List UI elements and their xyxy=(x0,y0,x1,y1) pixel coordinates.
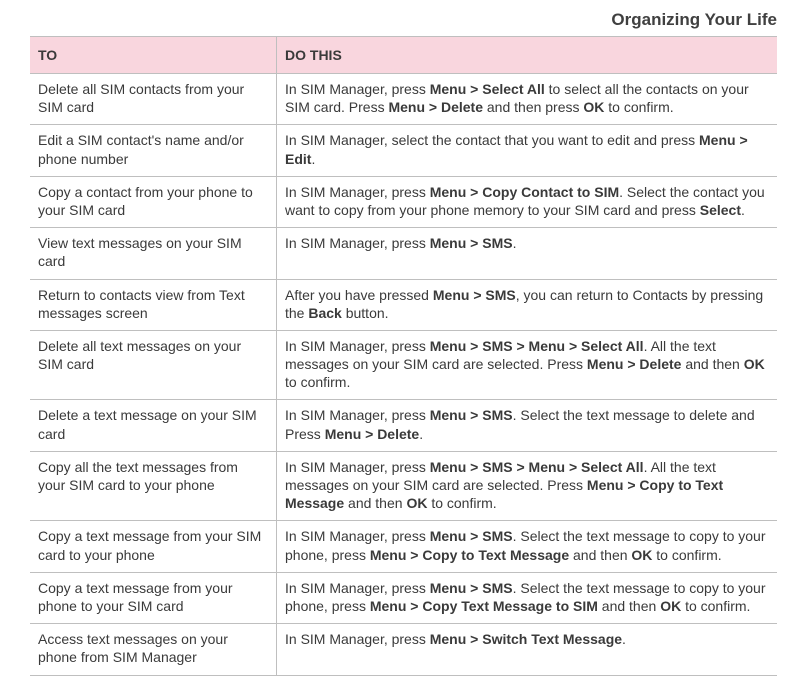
bold-text: OK xyxy=(406,495,427,511)
cell-do: In SIM Manager, press Menu > SMS. Select… xyxy=(277,521,778,572)
bold-text: OK xyxy=(631,547,652,563)
bold-text: Menu > Copy to Text Message xyxy=(370,547,569,563)
cell-to: Return to contacts view from Text messag… xyxy=(30,279,277,330)
table-row: Copy all the text messages from your SIM… xyxy=(30,451,777,521)
text: In SIM Manager, press xyxy=(285,631,430,647)
table-row: Return to contacts view from Text messag… xyxy=(30,279,777,330)
bold-text: Menu > Select All xyxy=(430,81,545,97)
table-row: View text messages on your SIM cardIn SI… xyxy=(30,228,777,279)
table-row: Copy a text message from your SIM card t… xyxy=(30,521,777,572)
text: In SIM Manager, press xyxy=(285,235,430,251)
cell-do: In SIM Manager, press Menu > Switch Text… xyxy=(277,624,778,675)
column-header-to: TO xyxy=(30,37,277,74)
text: . xyxy=(419,426,423,442)
text: In SIM Manager, press xyxy=(285,528,430,544)
cell-to: Delete all text messages on your SIM car… xyxy=(30,330,277,400)
cell-do: In SIM Manager, press Menu > SMS. Select… xyxy=(277,400,778,451)
bold-text: Menu > Copy Text Message to SIM xyxy=(370,598,598,614)
bold-text: Menu > SMS xyxy=(430,528,513,544)
cell-to: Delete all SIM contacts from your SIM ca… xyxy=(30,74,277,125)
table-row: Copy a text message from your phone to y… xyxy=(30,572,777,623)
table-row: Access text messages on your phone from … xyxy=(30,624,777,675)
text: and then xyxy=(344,495,406,511)
text: and then xyxy=(569,547,631,563)
cell-to: Access text messages on your phone from … xyxy=(30,624,277,675)
text: In SIM Manager, select the contact that … xyxy=(285,132,699,148)
text: and then xyxy=(681,356,743,372)
table-row: Edit a SIM contact's name and/or phone n… xyxy=(30,125,777,176)
bold-text: Menu > Switch Text Message xyxy=(430,631,622,647)
text: to confirm. xyxy=(681,598,750,614)
text: to confirm. xyxy=(652,547,721,563)
bold-text: Back xyxy=(308,305,341,321)
bold-text: Menu > Delete xyxy=(587,356,682,372)
text: In SIM Manager, press xyxy=(285,459,430,475)
text: . xyxy=(622,631,626,647)
text: to confirm. xyxy=(427,495,496,511)
bold-text: Menu > SMS > Menu > Select All xyxy=(430,459,644,475)
table-header-row: TO DO THIS xyxy=(30,37,777,74)
text: In SIM Manager, press xyxy=(285,338,430,354)
bold-text: Menu > SMS xyxy=(430,235,513,251)
text: to confirm. xyxy=(604,99,673,115)
cell-do: In SIM Manager, press Menu > SMS > Menu … xyxy=(277,451,778,521)
bold-text: OK xyxy=(660,598,681,614)
text: to confirm. xyxy=(285,374,350,390)
text: In SIM Manager, press xyxy=(285,81,430,97)
bold-text: OK xyxy=(744,356,765,372)
bold-text: Menu > SMS xyxy=(433,287,516,303)
cell-to: Delete a text message on your SIM card xyxy=(30,400,277,451)
bold-text: Select xyxy=(700,202,741,218)
cell-do: In SIM Manager, select the contact that … xyxy=(277,125,778,176)
cell-to: Copy a contact from your phone to your S… xyxy=(30,176,277,227)
text: . xyxy=(513,235,517,251)
bold-text: Menu > SMS > Menu > Select All xyxy=(430,338,644,354)
cell-to: Edit a SIM contact's name and/or phone n… xyxy=(30,125,277,176)
table-row: Delete all SIM contacts from your SIM ca… xyxy=(30,74,777,125)
cell-to: Copy all the text messages from your SIM… xyxy=(30,451,277,521)
bold-text: Menu > Copy Contact to SIM xyxy=(430,184,619,200)
text: In SIM Manager, press xyxy=(285,407,430,423)
table-row: Delete a text message on your SIM cardIn… xyxy=(30,400,777,451)
cell-to: Copy a text message from your SIM card t… xyxy=(30,521,277,572)
column-header-do: DO THIS xyxy=(277,37,778,74)
cell-do: In SIM Manager, press Menu > SMS. xyxy=(277,228,778,279)
cell-do: In SIM Manager, press Menu > SMS > Menu … xyxy=(277,330,778,400)
bold-text: Menu > SMS xyxy=(430,580,513,596)
bold-text: Menu > Delete xyxy=(388,99,483,115)
text: After you have pressed xyxy=(285,287,433,303)
section-title: Organizing Your Life xyxy=(30,10,777,30)
text: button. xyxy=(342,305,389,321)
cell-do: After you have pressed Menu > SMS, you c… xyxy=(277,279,778,330)
bold-text: Menu > SMS xyxy=(430,407,513,423)
text: and then xyxy=(598,598,660,614)
cell-to: Copy a text message from your phone to y… xyxy=(30,572,277,623)
text: In SIM Manager, press xyxy=(285,580,430,596)
cell-do: In SIM Manager, press Menu > Copy Contac… xyxy=(277,176,778,227)
page-content: Organizing Your Life TO DO THIS Delete a… xyxy=(0,0,797,698)
text: and then press xyxy=(483,99,583,115)
text: . xyxy=(311,151,315,167)
table-row: Delete all text messages on your SIM car… xyxy=(30,330,777,400)
bold-text: Menu > Delete xyxy=(325,426,420,442)
cell-do: In SIM Manager, press Menu > Select All … xyxy=(277,74,778,125)
table-row: Copy a contact from your phone to your S… xyxy=(30,176,777,227)
cell-to: View text messages on your SIM card xyxy=(30,228,277,279)
instruction-table: TO DO THIS Delete all SIM contacts from … xyxy=(30,36,777,676)
cell-do: In SIM Manager, press Menu > SMS. Select… xyxy=(277,572,778,623)
text: . xyxy=(741,202,745,218)
text: In SIM Manager, press xyxy=(285,184,430,200)
bold-text: OK xyxy=(583,99,604,115)
